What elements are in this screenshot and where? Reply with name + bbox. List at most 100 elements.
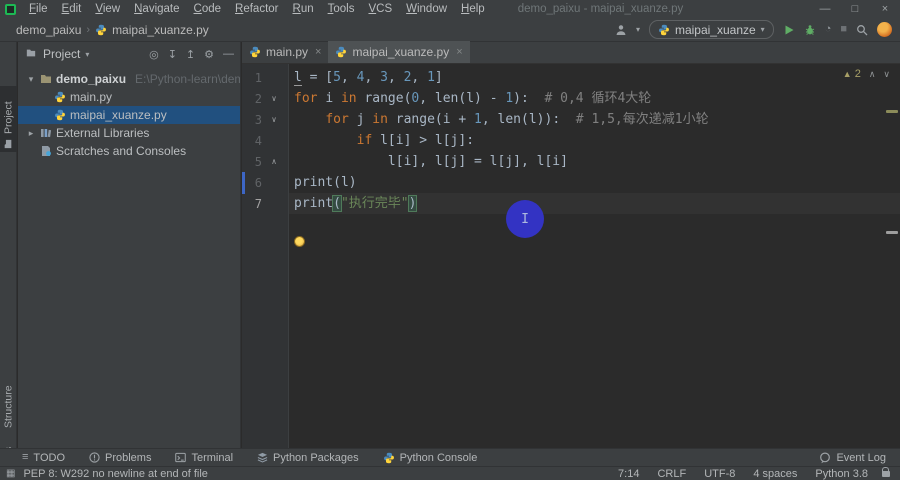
chevron-collapsed-icon[interactable]: ▸ bbox=[26, 128, 36, 139]
tab-close-icon[interactable]: × bbox=[456, 46, 462, 58]
close-icon[interactable]: × bbox=[870, 3, 900, 15]
collapse-all-icon[interactable]: ↧ bbox=[168, 48, 177, 61]
editor-area: main.py × maipai_xuanze.py × 1 2 ∨ 3 ∨ 4 5 ∧ 6 7 l =… bbox=[242, 41, 900, 448]
editor-gutter[interactable]: 1 2 ∨ 3 ∨ 4 5 ∧ 6 7 bbox=[242, 64, 289, 448]
debug-button[interactable] bbox=[804, 24, 816, 36]
chevron-down-icon[interactable]: ▾ bbox=[636, 25, 640, 34]
breadcrumb-project[interactable]: demo_paixu bbox=[16, 23, 81, 37]
line-number[interactable]: 3 bbox=[242, 113, 262, 127]
toolwindow-todo[interactable]: ≡ TODO bbox=[0, 449, 77, 467]
lock-icon[interactable] bbox=[882, 466, 890, 477]
fold-down-icon[interactable]: ∨ bbox=[262, 115, 286, 124]
tree-item-scratches-and-consoles[interactable]: Scratches and Consoles bbox=[18, 142, 240, 160]
stop-button[interactable]: ■ bbox=[840, 24, 847, 35]
minimize-icon[interactable]: — bbox=[810, 3, 840, 15]
code-line-1[interactable]: l = [5, 4, 3, 2, 1] bbox=[289, 67, 900, 88]
line-number[interactable]: 4 bbox=[242, 134, 262, 148]
code-token: ) bbox=[408, 196, 417, 211]
code-line-4[interactable]: if l[i] > l[j]: bbox=[289, 130, 900, 151]
line-number[interactable]: 5 bbox=[242, 155, 262, 169]
code-token: , len(l)): bbox=[481, 112, 576, 127]
tree-item-external-libraries[interactable]: ▸ External Libraries bbox=[18, 124, 240, 142]
gutter-line-3[interactable]: 3 ∨ bbox=[242, 109, 288, 130]
menu-refactor[interactable]: Refactor bbox=[228, 3, 285, 15]
toolwindow-python-packages[interactable]: Python Packages bbox=[245, 449, 371, 467]
interpreter[interactable]: Python 3.8 bbox=[815, 468, 868, 480]
code-line-7[interactable]: print("执行完毕") bbox=[289, 193, 900, 214]
menu-file[interactable]: File bbox=[22, 3, 55, 15]
tree-item-maipai-xuanze-py[interactable]: maipai_xuanze.py bbox=[18, 106, 240, 124]
hide-panel-icon[interactable]: — bbox=[223, 48, 234, 60]
menu-view[interactable]: View bbox=[88, 3, 127, 15]
tool-windows-grid-icon[interactable]: ▦ bbox=[6, 468, 15, 479]
toolwindow-python-console[interactable]: Python Console bbox=[371, 449, 490, 467]
file-encoding[interactable]: UTF-8 bbox=[704, 468, 735, 480]
line-separator[interactable]: CRLF bbox=[657, 468, 686, 480]
window-title: demo_paixu - maipai_xuanze.py bbox=[517, 3, 684, 15]
gutter-line-4[interactable]: 4 bbox=[242, 130, 288, 151]
locate-file-icon[interactable]: ◎ bbox=[149, 48, 159, 61]
line-number[interactable]: 6 bbox=[242, 176, 262, 190]
gutter-line-7[interactable]: 7 bbox=[242, 193, 288, 214]
line-number[interactable]: 7 bbox=[242, 197, 262, 211]
chevron-expanded-icon[interactable]: ▾ bbox=[26, 74, 36, 85]
run-button[interactable] bbox=[783, 24, 795, 36]
tool-window-bar: ≡ TODO Problems Terminal Python Packages Pyth… bbox=[0, 448, 900, 466]
gutter-line-2[interactable]: 2 ∨ bbox=[242, 88, 288, 109]
project-panel-title[interactable]: Project bbox=[43, 47, 80, 61]
window-controls: — □ × bbox=[810, 3, 900, 15]
chevron-down-icon[interactable]: ▾ bbox=[85, 50, 89, 59]
profile-button[interactable]: ◔ bbox=[825, 24, 832, 35]
menu-tools[interactable]: Tools bbox=[321, 3, 362, 15]
menu-window[interactable]: Window bbox=[399, 3, 454, 15]
menu-edit[interactable]: Edit bbox=[55, 3, 89, 15]
gutter-line-1[interactable]: 1 bbox=[242, 67, 288, 88]
run-configuration-select[interactable]: maipai_xuanze ▾ bbox=[648, 20, 774, 39]
menu-code[interactable]: Code bbox=[187, 3, 229, 15]
breadcrumb: demo_paixu › maipai_xuanze.py bbox=[0, 23, 209, 37]
caret-position[interactable]: 7:14 bbox=[618, 468, 639, 480]
tree-item-demo-paixu[interactable]: ▾ demo_paixu E:\Python-learn\demo_paixu bbox=[18, 70, 240, 88]
gutter-line-5[interactable]: 5 ∧ bbox=[242, 151, 288, 172]
event-log-button[interactable]: Event Log bbox=[819, 452, 900, 464]
menu-navigate[interactable]: Navigate bbox=[127, 3, 186, 15]
maximize-icon[interactable]: □ bbox=[840, 3, 870, 15]
tab-close-icon[interactable]: × bbox=[315, 46, 321, 58]
intention-bulb-icon[interactable] bbox=[294, 236, 305, 247]
line-number[interactable]: 1 bbox=[242, 71, 262, 85]
toolwindow-terminal[interactable]: Terminal bbox=[163, 449, 245, 467]
indent-setting[interactable]: 4 spaces bbox=[753, 468, 797, 480]
tab-main-py[interactable]: main.py × bbox=[242, 41, 328, 63]
profile-avatar[interactable] bbox=[877, 22, 892, 37]
next-problem-icon[interactable]: ∨ bbox=[883, 69, 890, 80]
search-everywhere-icon[interactable] bbox=[856, 24, 868, 36]
gear-icon[interactable]: ⚙ bbox=[204, 48, 214, 61]
breadcrumb-file[interactable]: maipai_xuanze.py bbox=[112, 23, 209, 37]
code-line-2[interactable]: for i in range(0, len(l) - 1): # 0,4 循环4… bbox=[289, 88, 900, 109]
code-surface[interactable]: l = [5, 4, 3, 2, 1] for i in range(0, len… bbox=[289, 64, 900, 448]
tab-maipai-xuanze-py[interactable]: maipai_xuanze.py × bbox=[328, 41, 470, 63]
menu-vcs[interactable]: VCS bbox=[361, 3, 399, 15]
gutter-line-6[interactable]: 6 bbox=[242, 172, 288, 193]
fold-up-icon[interactable]: ∧ bbox=[262, 157, 286, 166]
pycharm-window: File Edit View Navigate Code Refactor Run Tools… bbox=[0, 0, 900, 480]
code-line-3[interactable]: for j in range(i + 1, len(l)): # 1,5,每次递… bbox=[289, 109, 900, 130]
expand-all-icon[interactable]: ↥ bbox=[186, 48, 195, 61]
stripe-structure-label: Structure bbox=[2, 385, 15, 428]
fold-down-icon[interactable]: ∨ bbox=[262, 94, 286, 103]
code-line-6[interactable]: print(l) bbox=[289, 172, 900, 193]
code-line-5[interactable]: l[i], l[j] = l[j], l[i] bbox=[289, 151, 900, 172]
status-message[interactable]: PEP 8: W292 no newline at end of file bbox=[23, 468, 207, 480]
warning-count[interactable]: 2 bbox=[855, 68, 861, 80]
menu-run[interactable]: Run bbox=[286, 3, 321, 15]
stripe-project-button[interactable]: Project bbox=[0, 86, 17, 152]
editor-body[interactable]: 1 2 ∨ 3 ∨ 4 5 ∧ 6 7 l = [5, 4, 3, 2, 1] for i in r… bbox=[242, 64, 900, 448]
tree-item-main-py[interactable]: main.py bbox=[18, 88, 240, 106]
stripe-structure-button[interactable]: Structure bbox=[0, 362, 17, 428]
menu-help[interactable]: Help bbox=[454, 3, 492, 15]
line-number[interactable]: 2 bbox=[242, 92, 262, 106]
user-settings-icon[interactable] bbox=[615, 24, 627, 36]
code-token: ): bbox=[513, 91, 545, 106]
prev-problem-icon[interactable]: ∧ bbox=[869, 69, 876, 80]
toolwindow-problems[interactable]: Problems bbox=[77, 449, 163, 467]
